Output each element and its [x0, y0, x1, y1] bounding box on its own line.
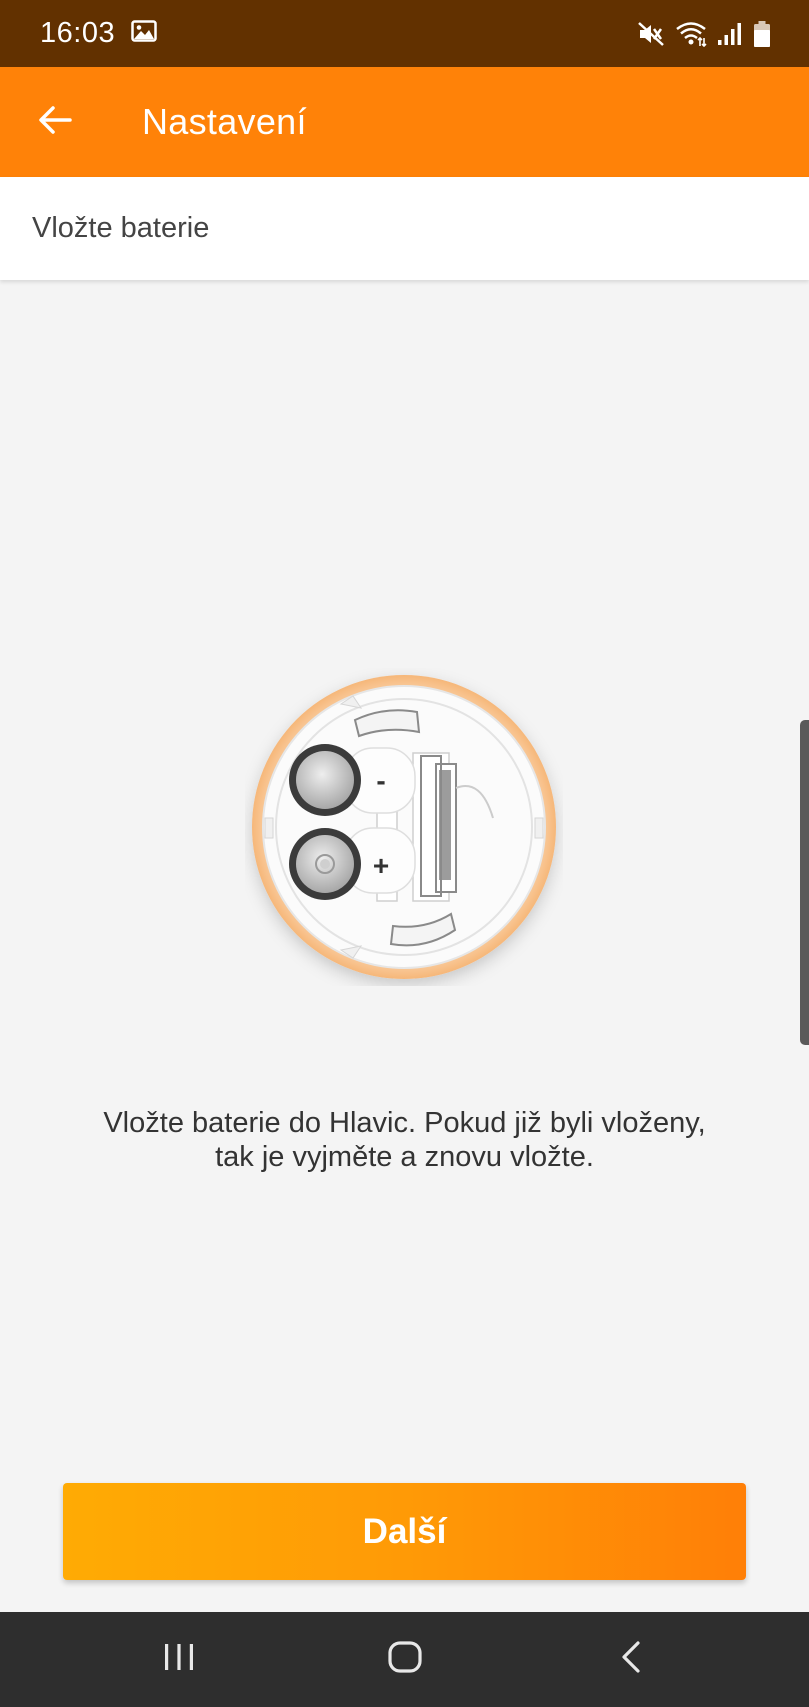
home-icon: [387, 1640, 423, 1679]
status-bar: 16:03: [0, 0, 809, 67]
arrow-left-icon: [37, 104, 73, 141]
system-back-button[interactable]: [571, 1612, 691, 1707]
instruction-line-1: Vložte baterie do Hlavic. Pokud již byli…: [103, 1107, 706, 1139]
status-left: 16:03: [40, 17, 157, 50]
instruction-line-2: tak je vyjměte a znovu vložte.: [215, 1141, 594, 1173]
minus-label: -: [376, 765, 385, 796]
gallery-icon: [131, 20, 157, 47]
edge-panel-handle[interactable]: [800, 720, 809, 1045]
app-bar: Nastavení: [0, 67, 809, 177]
recents-icon: [162, 1642, 196, 1677]
battery-compartment-illustration: - +: [245, 668, 563, 986]
back-button[interactable]: [0, 67, 110, 177]
wifi-icon: [675, 21, 707, 47]
plus-label: +: [373, 850, 389, 881]
screen: 16:03 Nastavení Vložte baterie - + Vložt…: [0, 0, 809, 1707]
battery-icon: [753, 20, 771, 48]
instruction-text: Vložte baterie do Hlavic. Pokud již byli…: [40, 1106, 769, 1174]
recents-button[interactable]: [119, 1612, 239, 1707]
step-header: Vložte baterie: [0, 177, 809, 280]
home-button[interactable]: [345, 1612, 465, 1707]
back-icon: [619, 1640, 643, 1679]
status-right: [637, 20, 771, 48]
app-title: Nastavení: [142, 101, 307, 142]
mute-icon: [637, 21, 665, 47]
status-time: 16:03: [40, 17, 116, 49]
next-button[interactable]: Další: [63, 1483, 746, 1580]
step-title: Vložte baterie: [32, 212, 210, 244]
navigation-bar: [0, 1612, 809, 1707]
signal-icon: [717, 22, 743, 46]
